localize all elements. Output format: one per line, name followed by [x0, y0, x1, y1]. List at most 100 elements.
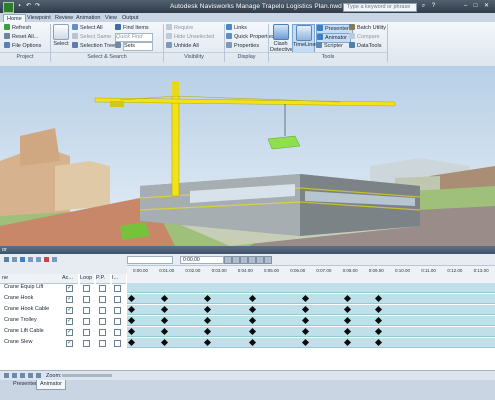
links-button[interactable]: Links	[226, 24, 247, 32]
keyframe-marker[interactable]	[343, 316, 351, 325]
infinite-checkbox[interactable]	[114, 285, 121, 292]
keyframe-marker[interactable]	[203, 305, 211, 314]
undo-icon[interactable]: ↶	[25, 3, 32, 10]
select-same-button[interactable]: Select Same	[72, 33, 111, 41]
keyframe-marker[interactable]	[203, 294, 211, 303]
keyframe-marker[interactable]	[160, 338, 168, 347]
infinite-checkbox[interactable]	[114, 340, 121, 347]
add-icon[interactable]	[4, 373, 9, 378]
hide-unselected-button[interactable]: Hide Unselected	[166, 33, 214, 41]
keyframe-marker[interactable]	[248, 294, 256, 303]
keyframe-marker[interactable]	[248, 316, 256, 325]
datatools-button[interactable]: DataTools	[349, 42, 381, 50]
play-icon[interactable]	[256, 256, 264, 264]
keyframe-marker[interactable]	[127, 327, 136, 336]
properties-button[interactable]: Properties	[226, 42, 259, 50]
zoom-out-icon[interactable]	[36, 373, 41, 378]
select-all-button[interactable]: Select All	[72, 24, 103, 32]
keyframe-marker[interactable]	[374, 327, 382, 336]
tab-viewpoint[interactable]: Viewpoint	[24, 14, 54, 22]
keyframe-marker[interactable]	[248, 305, 256, 314]
fast-forward-icon[interactable]	[264, 256, 272, 264]
keyframe-marker[interactable]	[343, 305, 351, 314]
infinite-checkbox[interactable]	[114, 329, 121, 336]
keyframe-marker[interactable]	[160, 294, 168, 303]
play-back-icon[interactable]	[240, 256, 248, 264]
animation-row[interactable]: Crane Lift Cable	[0, 327, 495, 337]
zoom-slider[interactable]	[62, 374, 112, 377]
keyframe-marker[interactable]	[160, 327, 168, 336]
tab-animator[interactable]: Animator	[36, 380, 67, 390]
keyframe-marker[interactable]	[127, 294, 136, 303]
save-icon[interactable]: ▪	[16, 3, 23, 10]
capture-keyframe-icon[interactable]	[12, 257, 17, 262]
loop-checkbox[interactable]	[83, 340, 90, 347]
active-checkbox[interactable]	[66, 328, 73, 336]
infinite-checkbox[interactable]	[114, 318, 121, 325]
scripter-button[interactable]: Scripter	[316, 42, 343, 50]
batch-utility-button[interactable]: Batch Utility	[349, 24, 386, 32]
add-scene-icon[interactable]	[4, 257, 9, 262]
keyframe-marker[interactable]	[343, 327, 351, 336]
keyframe-marker[interactable]	[203, 316, 211, 325]
select-button[interactable]: Select	[53, 24, 69, 47]
animation-row[interactable]: Crane Equip Lift	[0, 283, 495, 293]
keyframe-marker[interactable]	[203, 338, 211, 347]
scale-icon[interactable]	[28, 257, 33, 262]
pp-checkbox[interactable]	[99, 307, 106, 314]
keyframe-marker[interactable]	[302, 316, 310, 325]
keyframe-marker[interactable]	[374, 316, 382, 325]
keyframe-track[interactable]	[127, 294, 495, 304]
rewind-icon[interactable]	[224, 256, 232, 264]
keyframe-track[interactable]	[127, 283, 495, 293]
animation-row[interactable]: Crane Hook	[0, 294, 495, 304]
keyframe-marker[interactable]	[302, 305, 310, 314]
loop-checkbox[interactable]	[83, 296, 90, 303]
reset-all-button[interactable]: Reset All...	[4, 33, 38, 41]
infinite-checkbox[interactable]	[114, 296, 121, 303]
keyframe-marker[interactable]	[248, 327, 256, 336]
animation-row[interactable]: Crane Trolley	[0, 316, 495, 326]
record-icon[interactable]	[44, 257, 49, 262]
keyframe-marker[interactable]	[343, 338, 351, 347]
quick-find-input[interactable]: Quick Find	[115, 33, 153, 42]
step-back-icon[interactable]	[232, 256, 240, 264]
stop-icon[interactable]	[248, 256, 256, 264]
toggle-icon[interactable]	[20, 257, 25, 262]
binoculars-icon[interactable]: ⌕	[420, 3, 427, 10]
keyframe-marker[interactable]	[160, 316, 168, 325]
maximize-icon[interactable]: □	[472, 3, 479, 10]
pp-checkbox[interactable]	[99, 329, 106, 336]
redo-icon[interactable]: ↷	[34, 3, 41, 10]
close-icon[interactable]: ✕	[483, 3, 490, 10]
require-button[interactable]: Require	[166, 24, 193, 32]
pp-checkbox[interactable]	[99, 318, 106, 325]
minimize-icon[interactable]: –	[462, 3, 469, 10]
keyframe-track[interactable]	[127, 327, 495, 337]
tab-animation[interactable]: Animation	[73, 14, 103, 22]
keyframe-marker[interactable]	[248, 338, 256, 347]
scene-dropdown[interactable]	[127, 256, 173, 264]
keyframe-marker[interactable]	[374, 305, 382, 314]
time-input[interactable]: 0:00.00	[180, 256, 224, 264]
infinite-checkbox[interactable]	[114, 307, 121, 314]
snap-icon[interactable]	[52, 257, 57, 262]
tab-view[interactable]: View	[102, 14, 120, 22]
app-icon[interactable]	[3, 2, 14, 13]
active-checkbox[interactable]	[66, 317, 73, 325]
loop-checkbox[interactable]	[83, 285, 90, 292]
active-checkbox[interactable]	[66, 284, 73, 292]
move-down-icon[interactable]	[28, 373, 33, 378]
tab-output[interactable]: Output	[119, 14, 142, 22]
refresh-button[interactable]: Refresh	[4, 24, 31, 32]
keyframe-marker[interactable]	[127, 338, 136, 347]
active-checkbox[interactable]	[66, 306, 73, 314]
selection-tree-button[interactable]: Selection Tree	[72, 42, 115, 50]
keyframe-marker[interactable]	[127, 305, 136, 314]
active-checkbox[interactable]	[66, 339, 73, 347]
keyframe-marker[interactable]	[343, 294, 351, 303]
pp-checkbox[interactable]	[99, 296, 106, 303]
loop-checkbox[interactable]	[83, 307, 90, 314]
3d-viewport[interactable]	[0, 66, 495, 246]
clash-detective-button[interactable]: Clash Detective	[270, 24, 293, 53]
